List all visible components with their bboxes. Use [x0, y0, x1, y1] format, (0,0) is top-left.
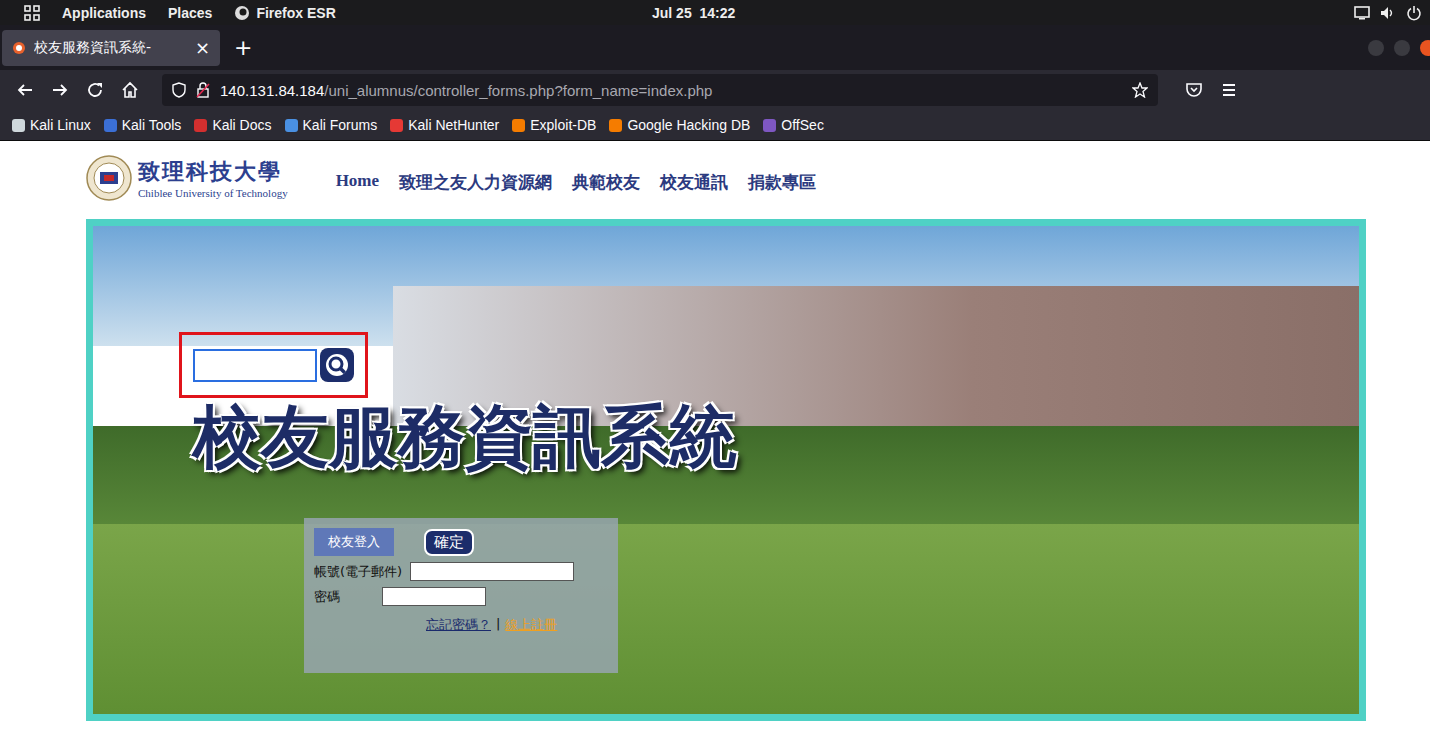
url-bar[interactable]: 140.131.84.184/uni_alumnus/controller_fo… — [162, 74, 1158, 106]
window-controls — [1368, 40, 1430, 56]
login-link[interactable]: 忘記密碼？ — [426, 616, 491, 634]
new-tab-button[interactable]: + — [234, 35, 252, 60]
login-tab: 校友登入 — [314, 528, 394, 556]
university-logo[interactable]: 致理科技大學Chiblee University of Technology — [86, 155, 288, 201]
bookmarks-bar: Kali Linux Kali Tools Kali Docs Kali Forums… — [0, 110, 1430, 141]
university-emblem-icon — [86, 155, 132, 201]
web-page: 致理科技大學Chiblee University of Technology Ho… — [0, 141, 1430, 730]
reload-icon[interactable] — [86, 81, 104, 99]
bookmark-item[interactable]: Kali Forums — [285, 117, 378, 133]
bookmark-icon — [12, 119, 25, 132]
field-input[interactable] — [410, 562, 574, 581]
active-app[interactable]: Firefox ESR — [234, 5, 335, 21]
apps-grid-icon[interactable] — [24, 5, 40, 21]
bookmark-icon — [390, 119, 403, 132]
tab-close-button[interactable]: × — [195, 37, 210, 58]
bookmark-icon — [104, 119, 117, 132]
logo-name: 致理科技大學 — [138, 157, 288, 187]
search-button[interactable] — [320, 348, 354, 382]
site-nav-link[interactable]: Home — [336, 171, 379, 194]
bookmark-item[interactable]: Exploit-DB — [512, 117, 596, 133]
speaker-icon[interactable] — [1380, 6, 1396, 20]
power-icon[interactable] — [1406, 5, 1422, 21]
forward-arrow-icon[interactable] — [51, 81, 69, 99]
bookmark-icon — [609, 119, 622, 132]
bookmark-icon — [194, 119, 207, 132]
desktop-bar: Applications Places Firefox ESR Jul 25 14:2… — [0, 0, 1430, 25]
link-separator: | — [496, 616, 500, 634]
submit-button[interactable]: 確定 — [424, 529, 474, 556]
bookmark-star-icon[interactable] — [1132, 82, 1148, 98]
home-icon[interactable] — [121, 81, 139, 99]
bookmark-item[interactable]: Kali Docs — [194, 117, 271, 133]
site-nav-link[interactable]: 致理之友人力資源網 — [399, 171, 552, 194]
screen: Applications Places Firefox ESR Jul 25 14:2… — [0, 0, 1430, 730]
desktop-menu[interactable]: Places — [168, 5, 212, 21]
menu-icon[interactable] — [1220, 81, 1238, 99]
search-area — [179, 332, 368, 398]
minimize-button[interactable] — [1368, 40, 1384, 56]
firefox-icon — [234, 5, 250, 21]
magnifier-icon — [326, 354, 348, 376]
maximize-button[interactable] — [1394, 40, 1410, 56]
bookmark-item[interactable]: Kali NetHunter — [390, 117, 499, 133]
logo-subtitle: Chiblee University of Technology — [138, 187, 288, 199]
field-label: 密碼 — [314, 588, 340, 606]
tab-strip: 校友服務資訊系統-× + — [0, 25, 1430, 70]
desktop-menu[interactable]: Applications — [62, 5, 146, 21]
site-favicon-icon — [12, 41, 26, 55]
screen-icon[interactable] — [1354, 6, 1370, 20]
close-button[interactable] — [1420, 40, 1430, 56]
bookmark-item[interactable]: OffSec — [763, 117, 824, 133]
login-field: 密碼 — [314, 587, 608, 606]
bookmark-icon — [763, 119, 776, 132]
site-nav-link[interactable]: 捐款專區 — [748, 171, 816, 194]
bookmark-item[interactable]: Kali Linux — [12, 117, 91, 133]
pocket-icon[interactable] — [1185, 81, 1203, 99]
search-input[interactable] — [193, 349, 317, 382]
site-nav-link[interactable]: 典範校友 — [572, 171, 640, 194]
banner: 校友服務資訊系統校友登入 確定帳號(電子郵件) 密碼忘記密碼？ | 線上註冊 — [86, 219, 1366, 721]
site-nav-link[interactable]: 校友通訊 — [660, 171, 728, 194]
bookmark-icon — [285, 119, 298, 132]
clock[interactable]: Jul 25 14:22 — [652, 5, 735, 21]
login-panel: 校友登入 確定帳號(電子郵件) 密碼忘記密碼？ | 線上註冊 — [304, 518, 618, 673]
back-arrow-icon[interactable] — [16, 81, 34, 99]
login-link[interactable]: 線上註冊 — [505, 616, 557, 634]
login-field: 帳號(電子郵件) — [314, 562, 608, 581]
site-header: 致理科技大學Chiblee University of Technology Ho… — [86, 141, 1430, 211]
banner-title: 校友服務資訊系統 — [193, 398, 737, 476]
bookmark-item[interactable]: Kali Tools — [104, 117, 182, 133]
bookmark-icon — [512, 119, 525, 132]
url-text[interactable]: 140.131.84.184/uni_alumnus/controller_fo… — [220, 82, 1122, 99]
insecure-lock-icon[interactable] — [196, 82, 210, 98]
bookmark-item[interactable]: Google Hacking DB — [609, 117, 750, 133]
browser-tab[interactable]: 校友服務資訊系統-× — [2, 30, 220, 66]
shield-icon[interactable] — [172, 82, 186, 98]
nav-bar: 140.131.84.184/uni_alumnus/controller_fo… — [0, 70, 1430, 110]
site-nav: Home 致理之友人力資源網典範校友校友通訊捐款專區 — [336, 163, 816, 194]
field-label: 帳號(電子郵件) — [314, 563, 402, 581]
field-input[interactable] — [382, 587, 486, 606]
